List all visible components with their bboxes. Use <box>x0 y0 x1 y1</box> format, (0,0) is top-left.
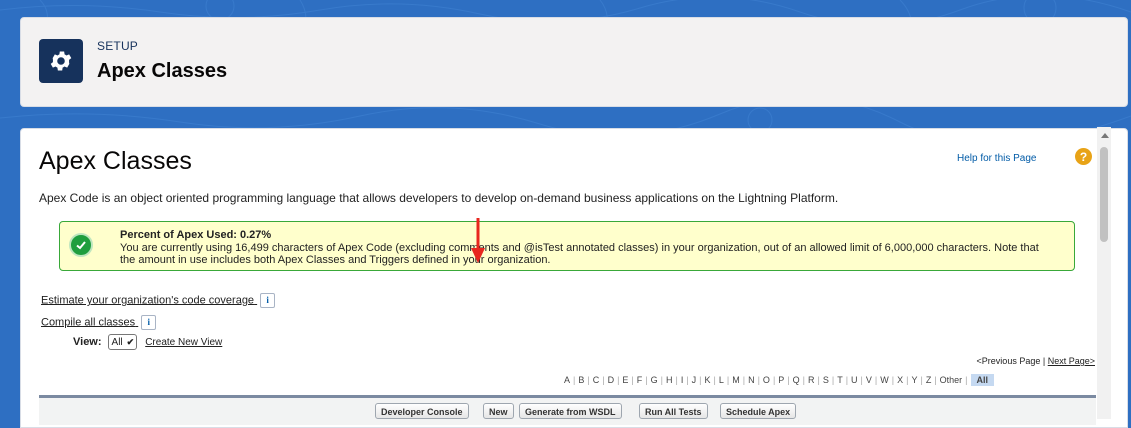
gear-icon <box>39 39 83 83</box>
alpha-filter-item[interactable]: J <box>689 375 700 385</box>
alpha-filter-item[interactable]: B <box>575 375 587 385</box>
alpha-separator: | <box>965 375 968 385</box>
alpha-filter-item[interactable]: N <box>745 375 758 385</box>
alpha-filter-item[interactable]: F <box>634 375 646 385</box>
alpha-filter-item[interactable]: H <box>663 375 676 385</box>
alpha-filter-item[interactable]: U <box>848 375 861 385</box>
alpha-filter-item[interactable]: O <box>760 375 773 385</box>
pager-separator: | <box>1042 356 1046 366</box>
apex-usage-message: Percent of Apex Used: 0.27% You are curr… <box>59 221 1075 271</box>
alpha-filter-item[interactable]: M <box>729 375 743 385</box>
scrollbar-thumb[interactable] <box>1100 147 1108 242</box>
header-title: Apex Classes <box>97 60 228 82</box>
alpha-filter-item[interactable]: S <box>820 375 832 385</box>
setup-header: SETUP Apex Classes <box>20 17 1128 107</box>
create-new-view-link[interactable]: Create New View <box>145 337 222 348</box>
compile-classes-link[interactable]: Compile all classes <box>41 316 135 328</box>
alpha-filter-item[interactable]: W <box>877 375 892 385</box>
schedule-apex-button[interactable]: Schedule Apex <box>720 403 797 419</box>
red-arrow-icon <box>471 218 485 263</box>
alpha-filter-item[interactable]: R <box>805 375 818 385</box>
alpha-filter-item[interactable]: P <box>775 375 787 385</box>
apex-usage-title: Percent of Apex Used: 0.27% <box>120 229 272 241</box>
compile-classes-row: Compile all classes i <box>41 315 157 330</box>
help-link[interactable]: Help for this Page <box>957 153 1037 164</box>
view-select[interactable]: All ✔ <box>107 334 138 350</box>
view-label: View: <box>73 336 102 348</box>
developer-console-button[interactable]: Developer Console <box>375 403 469 419</box>
alpha-filter-item[interactable]: K <box>702 375 714 385</box>
page-title: Apex Classes <box>39 147 192 175</box>
main-content: Apex Classes Help for this Page ? Apex C… <box>20 128 1128 428</box>
alpha-filter-item[interactable]: Z <box>923 375 935 385</box>
alpha-filter-item[interactable]: T <box>834 375 846 385</box>
view-row: View: All ✔ Create New View <box>73 334 222 350</box>
alpha-filter-item[interactable]: I <box>678 375 687 385</box>
alpha-filter-item[interactable]: E <box>619 375 631 385</box>
run-all-tests-button[interactable]: Run All Tests <box>639 403 708 419</box>
chevron-down-icon: ✔ <box>126 336 135 347</box>
alpha-filter-item[interactable]: C <box>590 375 603 385</box>
alphabet-filter: A | B | C | D | E | F | G | H | I | J | K | L | M | N | O | P | Q | R | S | T |… <box>561 374 995 386</box>
next-page-link[interactable]: Next Page> <box>1048 356 1095 366</box>
pager: <Previous Page | Next Page> <box>977 356 1095 366</box>
scroll-up-arrow-icon[interactable] <box>1101 133 1109 138</box>
info-icon[interactable]: i <box>141 315 157 330</box>
page-description: Apex Code is an object oriented programm… <box>39 191 839 205</box>
list-toolbar: Developer Console New Generate from WSDL… <box>39 395 1096 425</box>
alpha-filter-item[interactable]: Q <box>790 375 803 385</box>
previous-page: <Previous Page <box>976 356 1041 366</box>
generate-from-wsdl-button[interactable]: Generate from WSDL <box>519 403 622 419</box>
alpha-filter-item[interactable]: Y <box>908 375 920 385</box>
alpha-filter-item[interactable]: Other <box>937 375 966 385</box>
alpha-filter-item[interactable]: X <box>894 375 906 385</box>
new-button[interactable]: New <box>483 403 514 419</box>
estimate-coverage-link[interactable]: Estimate your organization's code covera… <box>41 294 254 306</box>
checkmark-icon <box>69 233 93 257</box>
help-icon[interactable]: ? <box>1075 148 1092 165</box>
vertical-scrollbar[interactable] <box>1097 127 1111 419</box>
info-icon[interactable]: i <box>260 293 276 308</box>
alpha-filter-item[interactable]: A <box>561 375 573 385</box>
setup-label: SETUP <box>97 39 139 53</box>
alpha-filter-item[interactable]: D <box>605 375 618 385</box>
alpha-filter-item[interactable]: G <box>648 375 661 385</box>
estimate-coverage-row: Estimate your organization's code covera… <box>41 293 276 308</box>
view-select-value: All <box>111 336 123 348</box>
alpha-filter-item[interactable]: L <box>716 375 727 385</box>
apex-usage-text: You are currently using 16,499 character… <box>120 242 1039 266</box>
alpha-filter-item[interactable]: V <box>863 375 875 385</box>
alpha-filter-all[interactable]: All <box>970 374 995 386</box>
